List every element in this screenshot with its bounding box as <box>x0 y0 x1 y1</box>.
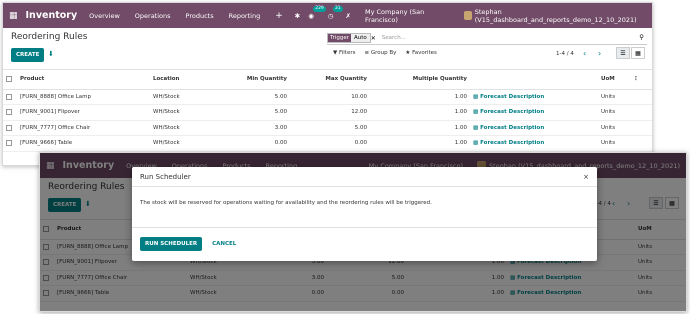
dialog-footer: RUN SCHEDULER CANCEL <box>132 228 597 260</box>
user-menu[interactable]: Stephan (V15_dashboard_and_reports_demo_… <box>463 7 646 24</box>
facet-key: Trigger <box>328 34 351 42</box>
search-input[interactable]: Search... <box>382 35 406 41</box>
user-name: Stephan (V15_dashboard_and_reports_demo_… <box>474 7 637 24</box>
cell-max: 12.00 <box>290 104 370 121</box>
cell-max: 10.00 <box>290 89 370 105</box>
col-min-qty[interactable]: Min Quantity <box>220 70 290 90</box>
forecast-link[interactable]: ▩ Forecast Description <box>470 89 598 105</box>
cell-product: [FURN_9001] Flipover <box>17 104 150 121</box>
table-row[interactable]: [FURN_8888] Office Lamp WH/Stock 5.00 10… <box>3 89 652 105</box>
pager-prev-icon[interactable]: ‹ <box>583 49 586 58</box>
cell-location: WH/Stock <box>150 135 220 152</box>
activity-badge: 31 <box>332 5 343 12</box>
activity-icon[interactable]: ◷ 31 <box>328 5 343 20</box>
facet-remove-icon[interactable]: ✕ <box>371 35 376 42</box>
cell-min: 5.00 <box>220 89 290 105</box>
reordering-table: Product Location Min Quantity Max Quanti… <box>3 70 652 152</box>
cell-uom: Units <box>598 89 630 105</box>
cell-max: 5.00 <box>290 120 370 136</box>
download-icon[interactable]: ⬇ <box>48 50 54 58</box>
inventory-window-main: ▦ Inventory Overview Operations Products… <box>2 2 653 166</box>
page-title: Reordering Rules <box>11 32 88 42</box>
forecast-link[interactable]: ▩ Forecast Description <box>470 135 598 152</box>
groupby-button[interactable]: ≡ Group By <box>364 50 396 56</box>
optional-columns-icon[interactable]: ⋮ <box>630 70 652 90</box>
chat-icon[interactable]: ◉ 229 <box>308 5 326 20</box>
chart-icon: ▩ <box>473 109 479 116</box>
facet-value: Auto <box>350 34 370 42</box>
cell-multiple: 1.00 <box>370 135 470 152</box>
chart-icon: ▩ <box>473 124 479 131</box>
table-header-row: Product Location Min Quantity Max Quanti… <box>3 70 652 90</box>
cell-multiple: 1.00 <box>370 120 470 136</box>
app-name[interactable]: Inventory <box>26 10 78 21</box>
filters-button[interactable]: ▼ Filters <box>333 50 355 56</box>
search-options: ▼ Filters ≡ Group By ★ Favorites <box>333 50 437 56</box>
chart-icon: ▩ <box>473 93 479 100</box>
top-navbar: ▦ Inventory Overview Operations Products… <box>3 3 652 28</box>
col-max-qty[interactable]: Max Quantity <box>290 70 370 90</box>
row-checkbox[interactable] <box>6 124 12 131</box>
pager-value[interactable]: 1-4 / 4 <box>556 51 574 57</box>
cell-product: [FURN_7777] Office Chair <box>17 120 150 136</box>
cancel-button[interactable]: CANCEL <box>212 241 236 247</box>
cell-uom: Units <box>598 120 630 136</box>
cell-min: 3.00 <box>220 120 290 136</box>
table-row[interactable]: [FURN_9001] Flipover WH/Stock 5.00 12.00… <box>3 104 652 121</box>
dialog-title: Run Scheduler <box>140 172 191 181</box>
favorites-button[interactable]: ★ Favorites <box>405 50 437 56</box>
chat-badge: 229 <box>313 5 326 12</box>
pager-next-icon[interactable]: › <box>598 49 601 58</box>
chart-icon: ▩ <box>473 140 479 147</box>
col-multiple-qty[interactable]: Multiple Quantity <box>370 70 470 90</box>
close-icon[interactable]: × <box>583 173 589 181</box>
menu-reporting[interactable]: Reporting <box>229 12 261 20</box>
cell-max: 0.00 <box>290 135 370 152</box>
search-facet[interactable]: Trigger Auto <box>327 33 371 43</box>
list-view-icon[interactable]: ☰ <box>616 47 630 59</box>
company-switcher[interactable]: My Company (San Francisco) <box>365 8 450 24</box>
menu-products[interactable]: Products <box>186 12 214 20</box>
run-scheduler-button[interactable]: RUN SCHEDULER <box>140 237 203 251</box>
cell-multiple: 1.00 <box>370 104 470 121</box>
menu-overview[interactable]: Overview <box>89 12 120 20</box>
table-row[interactable]: [FURN_7777] Office Chair WH/Stock 3.00 5… <box>3 120 652 136</box>
dialog-header: Run Scheduler × <box>132 167 597 187</box>
row-checkbox[interactable] <box>6 93 12 100</box>
cell-product: [FURN_9666] Table <box>17 135 150 152</box>
cell-uom: Units <box>598 104 630 121</box>
search-bar[interactable]: Trigger Auto ✕ Search... ⚲ <box>327 32 647 45</box>
cell-product: [FURN_8888] Office Lamp <box>17 89 150 105</box>
inventory-window-dialog: ▦ Inventory Overview Operations Products… <box>39 152 687 312</box>
debug-tools-icon[interactable]: ✗ <box>346 12 351 20</box>
cell-location: WH/Stock <box>150 89 220 105</box>
cell-min: 0.00 <box>220 135 290 152</box>
cell-location: WH/Stock <box>150 120 220 136</box>
run-scheduler-dialog: Run Scheduler × The stock will be reserv… <box>132 167 597 261</box>
forecast-link[interactable]: ▩ Forecast Description <box>470 120 598 136</box>
cell-location: WH/Stock <box>150 104 220 121</box>
search-icon[interactable]: ⚲ <box>639 33 644 41</box>
kanban-view-icon[interactable]: ▦ <box>631 47 645 59</box>
app-grid-icon[interactable]: ▦ <box>9 11 18 21</box>
create-button[interactable]: CREATE <box>11 48 45 62</box>
cell-min: 5.00 <box>220 104 290 121</box>
forecast-link[interactable]: ▩ Forecast Description <box>470 104 598 121</box>
add-menu-icon[interactable]: + <box>275 11 283 21</box>
cell-uom: Units <box>598 135 630 152</box>
table-row[interactable]: [FURN_9666] Table WH/Stock 0.00 0.00 1.0… <box>3 135 652 152</box>
col-uom[interactable]: UoM <box>598 70 630 90</box>
dialog-body: The stock will be reserved for operation… <box>132 187 597 228</box>
row-checkbox[interactable] <box>6 109 12 115</box>
control-panel: Reordering Rules CREATE ⬇ Trigger Auto ✕… <box>3 28 652 70</box>
avatar <box>463 11 472 20</box>
row-checkbox[interactable] <box>6 140 12 146</box>
col-product[interactable]: Product <box>17 70 150 90</box>
menu-operations[interactable]: Operations <box>135 12 171 20</box>
cell-multiple: 1.00 <box>370 89 470 105</box>
bug-icon[interactable]: ✱ <box>295 12 300 20</box>
select-all-checkbox[interactable] <box>6 76 12 82</box>
col-location[interactable]: Location <box>150 70 220 90</box>
